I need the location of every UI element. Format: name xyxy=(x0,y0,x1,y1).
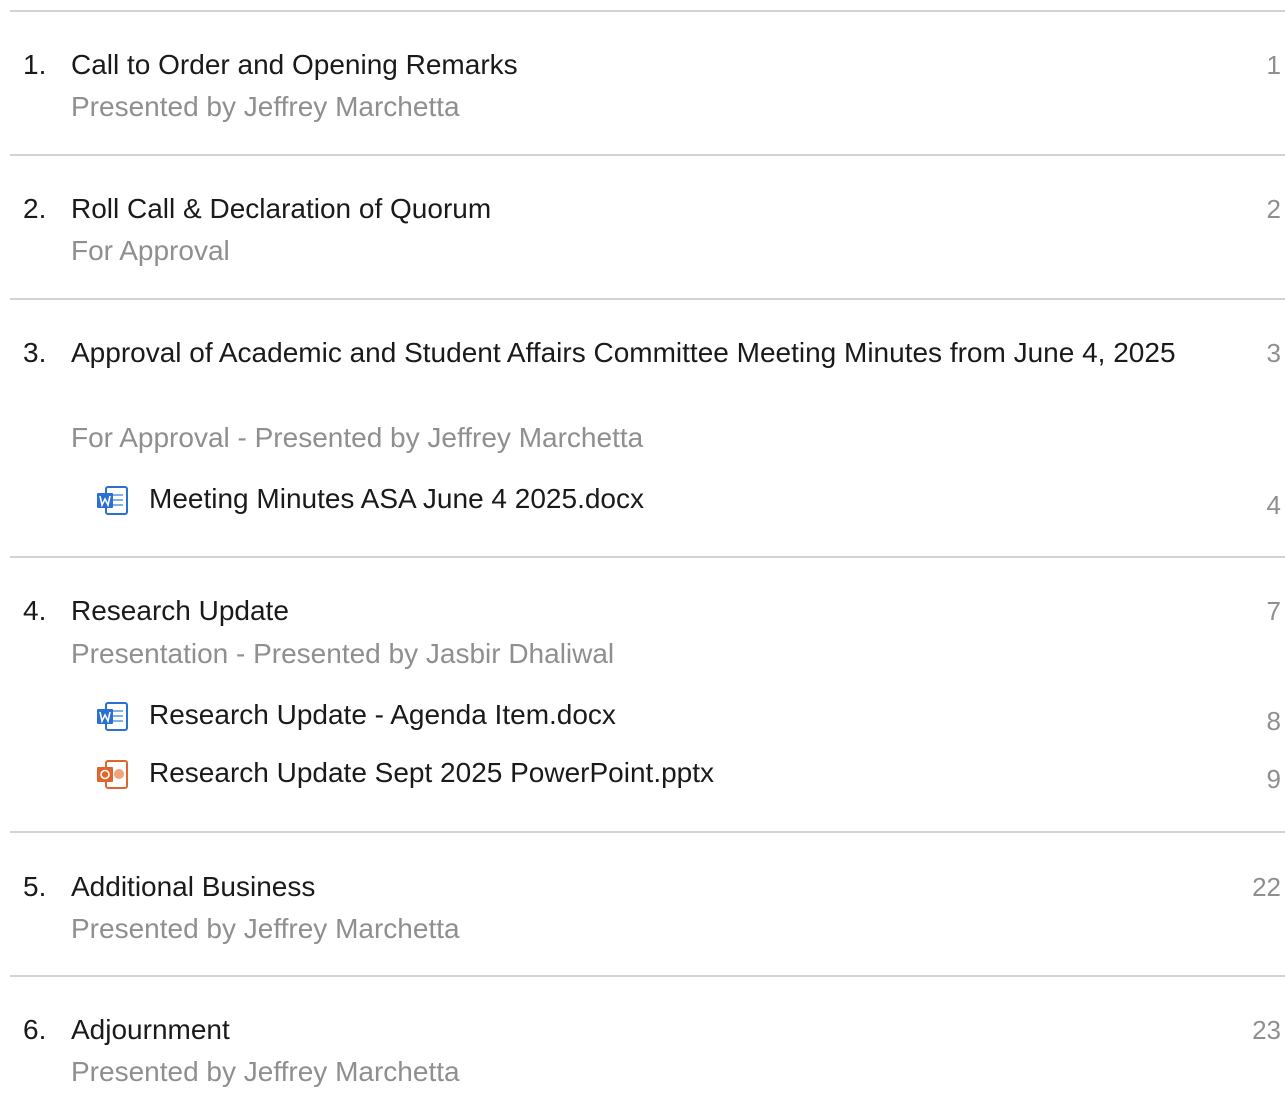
item-subtitle: Presented by Jeffrey Marchetta xyxy=(71,913,460,944)
item-number: 2. xyxy=(23,193,47,224)
agenda-item-5[interactable]: 5. Additional Business Presented by Jeff… xyxy=(0,866,1285,950)
item-title[interactable]: Call to Order and Opening Remarks xyxy=(71,44,1181,86)
item-page-number[interactable]: 7 xyxy=(1267,590,1281,632)
item-page-number[interactable]: 2 xyxy=(1267,188,1281,230)
divider xyxy=(10,831,1285,833)
item-number: 5. xyxy=(23,871,47,902)
item-number: 4. xyxy=(23,595,47,626)
word-document-icon xyxy=(97,486,128,515)
divider xyxy=(10,154,1285,156)
agenda-item-1[interactable]: 1. Call to Order and Opening Remarks Pre… xyxy=(0,44,1285,128)
item-number: 6. xyxy=(23,1014,47,1045)
attachment-page-number[interactable]: 4 xyxy=(1267,484,1281,526)
item-subtitle: Presented by Jeffrey Marchetta xyxy=(71,91,460,122)
item-title[interactable]: Additional Business xyxy=(71,866,1181,908)
item-page-number[interactable]: 22 xyxy=(1252,866,1281,908)
attachment[interactable]: Research Update Sept 2025 PowerPoint.ppt… xyxy=(96,752,816,792)
divider xyxy=(10,10,1285,12)
attachment-filename[interactable]: Meeting Minutes ASA June 4 2025.docx xyxy=(149,478,644,520)
item-page-number[interactable]: 3 xyxy=(1267,332,1281,374)
word-document-icon xyxy=(97,702,128,731)
item-number: 1. xyxy=(23,49,47,80)
item-title[interactable]: Approval of Academic and Student Affairs… xyxy=(71,332,1181,374)
item-subtitle: For Approval - Presented by Jeffrey Marc… xyxy=(71,422,644,453)
agenda-item-3[interactable]: 3. Approval of Academic and Student Affa… xyxy=(0,332,1285,522)
divider xyxy=(10,975,1285,977)
attachment-page-number[interactable]: 8 xyxy=(1267,700,1281,742)
item-subtitle: For Approval xyxy=(71,235,230,266)
attachment[interactable]: Research Update - Agenda Item.docx xyxy=(96,694,716,734)
item-page-number[interactable]: 23 xyxy=(1252,1009,1281,1051)
item-title[interactable]: Adjournment xyxy=(71,1009,1181,1051)
item-page-number[interactable]: 1 xyxy=(1267,44,1281,86)
powerpoint-document-icon xyxy=(97,760,128,789)
item-title[interactable]: Roll Call & Declaration of Quorum xyxy=(71,188,1181,230)
divider xyxy=(10,556,1285,558)
item-number: 3. xyxy=(23,337,47,368)
divider xyxy=(10,298,1285,300)
agenda-item-4[interactable]: 4. Research Update Presentation - Presen… xyxy=(0,590,1285,800)
item-subtitle: Presented by Jeffrey Marchetta xyxy=(71,1056,460,1087)
attachment-page-number[interactable]: 9 xyxy=(1267,758,1281,800)
agenda-item-2[interactable]: 2. Roll Call & Declaration of Quorum For… xyxy=(0,188,1285,272)
attachment-filename[interactable]: Research Update Sept 2025 PowerPoint.ppt… xyxy=(149,752,714,794)
item-title[interactable]: Research Update xyxy=(71,590,1181,632)
item-subtitle: Presentation - Presented by Jasbir Dhali… xyxy=(71,638,615,669)
attachment-filename[interactable]: Research Update - Agenda Item.docx xyxy=(149,694,616,736)
attachment[interactable]: Meeting Minutes ASA June 4 2025.docx xyxy=(96,478,746,518)
agenda-item-6[interactable]: 6. Adjournment Presented by Jeffrey Marc… xyxy=(0,1009,1285,1093)
